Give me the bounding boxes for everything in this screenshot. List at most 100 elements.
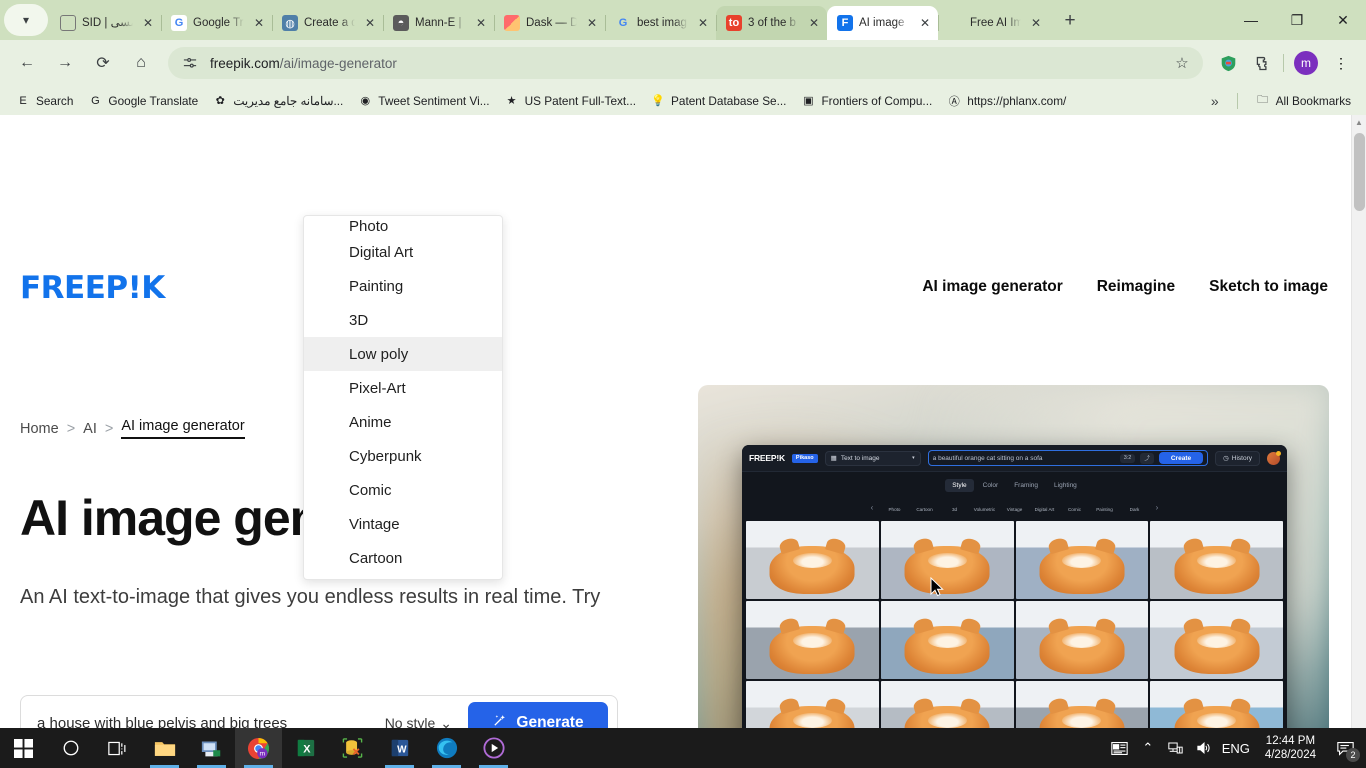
address-bar[interactable]: freepik.com/ai/image-generator ☆ bbox=[168, 47, 1203, 79]
style-option-5[interactable]: Anime bbox=[304, 405, 502, 439]
all-bookmarks-button[interactable]: 🗀 All Bookmarks bbox=[1248, 90, 1358, 112]
pikaso-result-grid bbox=[742, 521, 1287, 728]
browser-tab-3[interactable]: ◓ Mann-E | ✕ bbox=[383, 6, 494, 40]
style-option-4[interactable]: Pixel-Art bbox=[304, 371, 502, 405]
tab-close-button[interactable]: ✕ bbox=[361, 14, 379, 32]
pikaso-logo: FREEP!K bbox=[749, 453, 785, 463]
browser-tab-5[interactable]: G best imag ✕ bbox=[605, 6, 716, 40]
edge-button[interactable] bbox=[423, 728, 470, 768]
news-weather-icon[interactable] bbox=[1107, 728, 1133, 768]
tune-icon[interactable] bbox=[180, 53, 200, 73]
pikaso-tab-3: Lighting bbox=[1054, 482, 1077, 489]
clock[interactable]: 12:44 PM 4/28/2024 bbox=[1255, 734, 1326, 762]
sql-tool-button[interactable] bbox=[329, 728, 376, 768]
minimize-button[interactable]: — bbox=[1228, 0, 1274, 40]
forward-arrow-icon[interactable]: → bbox=[50, 48, 80, 78]
bookmark-0[interactable]: E Search bbox=[8, 90, 80, 112]
site-nav-item-1[interactable]: Reimagine bbox=[1097, 278, 1175, 296]
windows-taskbar: m X W ⌃ ENG 12:44 PM 4/28/2024 2 bbox=[0, 728, 1366, 768]
tab-close-button[interactable]: ✕ bbox=[250, 14, 268, 32]
tab-close-button[interactable]: ✕ bbox=[472, 14, 490, 32]
browser-tab-6[interactable]: to 3 of the b ✕ bbox=[716, 6, 827, 40]
style-option-2[interactable]: 3D bbox=[304, 303, 502, 337]
style-option-8[interactable]: Vintage bbox=[304, 507, 502, 541]
pikaso-style-1: Cartoon bbox=[912, 498, 937, 516]
show-hidden-icons-icon[interactable]: ⌃ bbox=[1135, 728, 1161, 768]
reload-icon[interactable]: ⟳ bbox=[88, 48, 118, 78]
browser-tab-2[interactable]: ◍ Create a d ✕ bbox=[272, 6, 383, 40]
generate-button[interactable]: Generate bbox=[468, 702, 608, 728]
pikaso-mode-selector: ▦ Text to image ▾ bbox=[824, 450, 921, 466]
language-indicator[interactable]: ENG bbox=[1219, 728, 1253, 768]
network-icon[interactable] bbox=[1163, 728, 1189, 768]
bookmark-4[interactable]: ★ US Patent Full-Text... bbox=[497, 90, 643, 112]
shield-extension-icon[interactable] bbox=[1214, 49, 1242, 77]
star-icon[interactable]: ☆ bbox=[1167, 48, 1197, 78]
globe-icon: ◍ bbox=[282, 15, 298, 31]
tab-close-button[interactable]: ✕ bbox=[805, 14, 823, 32]
style-option-6[interactable]: Cyberpunk bbox=[304, 439, 502, 473]
browser-tab-1[interactable]: G Google Tr ✕ bbox=[161, 6, 272, 40]
pikaso-history-label: History bbox=[1231, 454, 1252, 462]
style-selector[interactable]: No style ⌄ bbox=[369, 715, 468, 729]
microsoft-icon bbox=[948, 15, 964, 31]
excel-button[interactable]: X bbox=[282, 728, 329, 768]
tab-close-button[interactable]: ✕ bbox=[694, 14, 712, 32]
bookmark-7[interactable]: Ⓐ https://phlanx.com/ bbox=[939, 90, 1073, 112]
freepik-icon: F bbox=[837, 15, 853, 31]
browser-tab-7[interactable]: F AI image ✕ bbox=[827, 6, 938, 40]
tab-title: 3 of the b bbox=[748, 17, 796, 29]
close-window-button[interactable]: ✕ bbox=[1320, 0, 1366, 40]
home-icon[interactable]: ⌂ bbox=[126, 48, 156, 78]
tab-close-button[interactable]: ✕ bbox=[916, 14, 934, 32]
tab-close-button[interactable]: ✕ bbox=[1027, 14, 1045, 32]
scrollbar-thumb[interactable] bbox=[1354, 133, 1365, 211]
notification-center-button[interactable]: 2 bbox=[1328, 728, 1362, 768]
browser-tab-4[interactable]: Dask — D ✕ bbox=[494, 6, 605, 40]
puzzle-icon[interactable] bbox=[1248, 49, 1276, 77]
chrome-button[interactable]: m bbox=[235, 728, 282, 768]
back-arrow-icon[interactable]: ← bbox=[12, 48, 42, 78]
bookmark-3[interactable]: ◉ Tweet Sentiment Vi... bbox=[350, 90, 496, 112]
new-tab-button[interactable]: + bbox=[1055, 6, 1085, 36]
url-path: /ai/image-generator bbox=[279, 55, 397, 71]
task-view-button[interactable] bbox=[94, 728, 141, 768]
page-scrollbar[interactable]: ▲ bbox=[1351, 115, 1366, 728]
window-controls: — ❐ ✕ bbox=[1228, 0, 1366, 40]
media-player-button[interactable] bbox=[470, 728, 517, 768]
bookmark-2[interactable]: ✿ سامانه جامع مدیریت... bbox=[205, 90, 350, 112]
word-button[interactable]: W bbox=[376, 728, 423, 768]
start-button[interactable] bbox=[0, 728, 47, 768]
profile-avatar[interactable]: m bbox=[1294, 51, 1318, 75]
style-option-7[interactable]: Comic bbox=[304, 473, 502, 507]
bookmark-1[interactable]: G Google Translate bbox=[80, 90, 205, 112]
site-nav-item-2[interactable]: Sketch to image bbox=[1209, 278, 1328, 296]
tab-close-button[interactable]: ✕ bbox=[583, 14, 601, 32]
freepik-logo[interactable]: FREEP!K bbox=[20, 270, 165, 306]
pikaso-tab-1: Color bbox=[982, 482, 999, 489]
prompt-input[interactable] bbox=[37, 714, 369, 728]
style-option-1[interactable]: Painting bbox=[304, 269, 502, 303]
browser-tab-0[interactable]: SID | تلمسى ✕ bbox=[50, 6, 161, 40]
scroll-up-arrow-icon[interactable]: ▲ bbox=[1352, 115, 1366, 129]
bookmarks-overflow-button[interactable]: » bbox=[1203, 91, 1227, 111]
three-dots-icon[interactable]: ⋮ bbox=[1327, 49, 1355, 77]
share-icon: ⤴ bbox=[1140, 452, 1154, 464]
maximize-button[interactable]: ❐ bbox=[1274, 0, 1320, 40]
style-option-0[interactable]: Digital Art bbox=[304, 235, 502, 269]
breadcrumb-home[interactable]: Home bbox=[20, 421, 59, 437]
tab-close-button[interactable]: ✕ bbox=[139, 14, 157, 32]
style-option-photo[interactable]: Photo bbox=[304, 216, 502, 235]
volume-icon[interactable] bbox=[1191, 728, 1217, 768]
style-option-9[interactable]: Cartoon bbox=[304, 541, 502, 575]
file-explorer-button[interactable] bbox=[141, 728, 188, 768]
bookmark-6[interactable]: ▣ Frontiers of Compu... bbox=[793, 90, 939, 112]
tab-search-button[interactable]: ▾ bbox=[4, 4, 48, 36]
breadcrumb-ai[interactable]: AI bbox=[83, 421, 97, 437]
search-button[interactable] bbox=[47, 728, 94, 768]
site-nav-item-0[interactable]: AI image generator bbox=[922, 278, 1062, 296]
browser-tab-8[interactable]: Free AI Im ✕ bbox=[938, 6, 1049, 40]
remote-desktop-button[interactable] bbox=[188, 728, 235, 768]
bookmark-5[interactable]: 💡 Patent Database Se... bbox=[643, 90, 793, 112]
style-option-3[interactable]: Low poly bbox=[304, 337, 502, 371]
